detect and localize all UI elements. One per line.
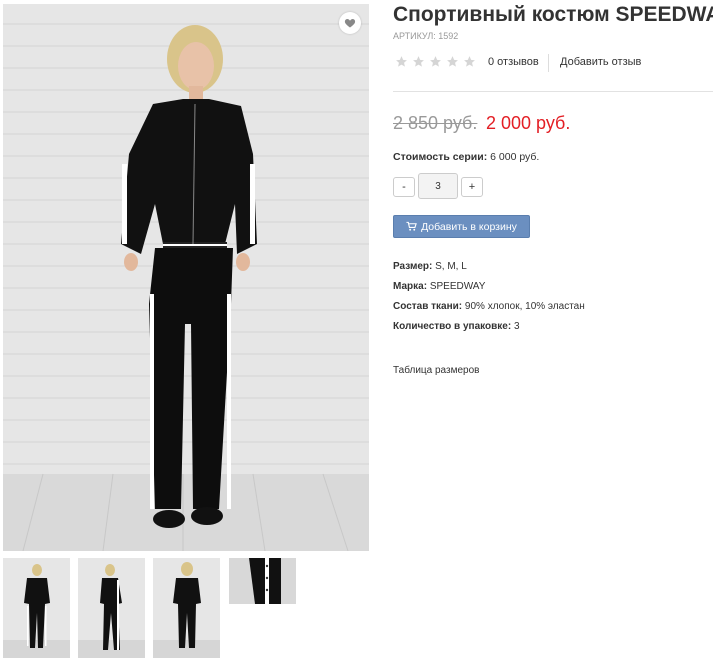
- cart-icon: [406, 221, 417, 231]
- rating-stars[interactable]: [395, 55, 476, 68]
- property-value: SPEEDWAY: [429, 281, 486, 292]
- property-value: 3: [513, 321, 520, 332]
- thumbnail-3[interactable]: [153, 558, 220, 658]
- size-table-link[interactable]: Таблица размеров: [393, 365, 479, 376]
- property-label: Количество в упаковке:: [393, 321, 512, 332]
- series-cost: Стоимость серии: 6 000 руб.: [393, 151, 539, 163]
- property-value: 90% хлопок, 10% эластан: [464, 301, 585, 312]
- favorite-button[interactable]: [339, 12, 361, 34]
- old-price: 2 850 руб.: [393, 113, 478, 133]
- quantity-decrease-button[interactable]: -: [393, 177, 415, 197]
- thumbnail-2[interactable]: [78, 558, 145, 658]
- divider: [548, 54, 549, 72]
- star-icon[interactable]: [463, 55, 476, 68]
- quantity-increase-button[interactable]: +: [461, 177, 483, 197]
- product-title: Спортивный костюм SPEEDWAY: [393, 3, 713, 26]
- rating-row: 0 отзывов Добавить отзыв: [393, 54, 713, 72]
- add-to-cart-button[interactable]: Добавить в корзину: [393, 215, 530, 238]
- product-main-image[interactable]: [3, 4, 369, 551]
- sku-value: 1592: [438, 31, 459, 41]
- thumbnail-1[interactable]: [3, 558, 70, 658]
- reviews-count[interactable]: 0 отзывов: [488, 56, 539, 68]
- star-icon[interactable]: [429, 55, 442, 68]
- heart-icon: [344, 19, 356, 28]
- property-value: S, M, L: [435, 261, 467, 272]
- property-brand: Марка: SPEEDWAY: [393, 281, 585, 301]
- star-icon[interactable]: [395, 55, 408, 68]
- property-pack-quantity: Количество в упаковке: 3: [393, 321, 585, 341]
- quantity-input[interactable]: [418, 173, 458, 199]
- property-label: Размер:: [393, 261, 433, 272]
- star-icon[interactable]: [412, 55, 425, 68]
- divider: [393, 91, 713, 92]
- property-label: Марка:: [393, 281, 428, 292]
- property-size: Размер: S, M, L: [393, 261, 585, 281]
- series-cost-label: Стоимость серии:: [393, 151, 488, 163]
- add-to-cart-label: Добавить в корзину: [421, 220, 517, 233]
- add-review-link[interactable]: Добавить отзыв: [560, 56, 641, 68]
- product-properties: Размер: S, M, L Марка: SPEEDWAY Состав т…: [393, 261, 585, 341]
- sku-label: АРТИКУЛ:: [393, 31, 436, 41]
- thumbnail-4[interactable]: [229, 558, 296, 604]
- property-label: Состав ткани:: [393, 301, 463, 312]
- current-price: 2 000 руб.: [486, 113, 571, 133]
- product-sku: АРТИКУЛ: 1592: [393, 31, 458, 41]
- property-fabric: Состав ткани: 90% хлопок, 10% эластан: [393, 301, 585, 321]
- series-cost-value: 6 000 руб.: [490, 151, 540, 163]
- star-icon[interactable]: [446, 55, 459, 68]
